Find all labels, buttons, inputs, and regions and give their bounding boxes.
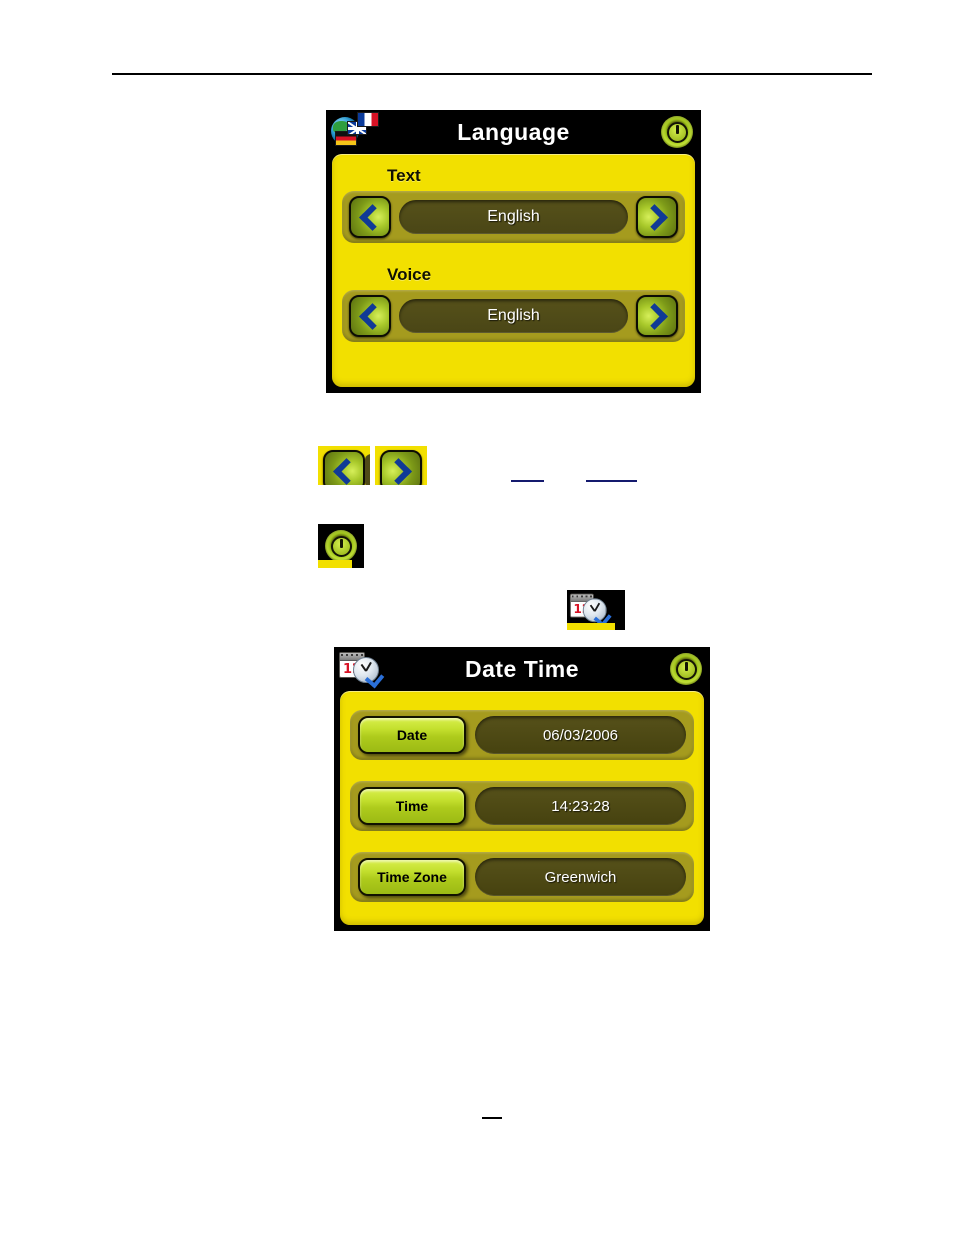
power-symbol [330,535,352,557]
voice-prev-language-button[interactable] [349,295,391,337]
language-globe-flags-icon [330,111,380,153]
date-time-screen-frame: 12 Date Time Date 06/03/2006 Time 14:23:… [334,647,710,931]
yellow-strip [567,623,615,630]
time-row: Time 14:23:28 [350,781,694,831]
chevron-right-icon [385,457,412,485]
date-time-titlebar: 12 Date Time [334,647,710,691]
chevron-left-icon [359,203,386,231]
chevron-right-icon [641,203,668,231]
voice-language-value[interactable]: English [399,299,628,333]
time-button[interactable]: Time [358,787,466,825]
date-time-page-title: Date Time [464,655,579,682]
chevron-right-icon [641,302,668,330]
standalone-power-thumbnail[interactable] [318,524,364,568]
date-row: Date 06/03/2006 [350,710,694,760]
clock-icon [582,598,612,628]
text-next-language-button[interactable] [636,196,678,238]
power-button-icon[interactable] [325,530,357,562]
chevron-left-icon [333,457,360,485]
language-screen-frame: Language Text English Voice English [326,110,701,393]
voice-language-group: Voice English [342,265,685,342]
text-language-group: Text English [342,166,685,243]
time-value[interactable]: 14:23:28 [475,787,686,825]
text-group-label: Text [387,166,421,185]
time-zone-value[interactable]: Greenwich [475,858,686,896]
row-spacer [350,831,694,852]
language-page-title: Language [457,118,570,145]
voice-group-label: Voice [387,265,432,284]
inline-link-underline-1[interactable] [511,480,544,482]
value-field-peek [365,454,370,485]
header-rule [112,73,872,75]
flag-france-icon [357,112,379,127]
yellow-strip [318,560,352,568]
text-prev-language-button[interactable] [349,196,391,238]
standalone-right-arrow-thumbnail[interactable] [375,446,427,485]
date-time-calendar-clock-icon: 12 [338,648,390,690]
date-button[interactable]: Date [358,716,466,754]
language-titlebar: Language [326,110,701,154]
language-screen-body: Text English Voice English [332,154,695,387]
date-value[interactable]: 06/03/2006 [475,716,686,754]
power-symbol [675,658,697,680]
text-language-row: English [342,191,685,243]
date-time-screen-body: Date 06/03/2006 Time 14:23:28 Time Zone … [340,691,704,925]
chevron-left-icon [359,302,386,330]
power-symbol [666,121,688,143]
power-button-icon[interactable] [661,116,693,148]
bottom-dash-mark [482,1117,502,1119]
text-language-value[interactable]: English [399,200,628,234]
inline-link-underline-2[interactable] [586,480,637,482]
voice-language-row: English [342,290,685,342]
standalone-left-arrow-thumbnail[interactable] [318,446,370,485]
standalone-date-time-thumbnail[interactable]: 12 [567,590,625,630]
time-zone-button[interactable]: Time Zone [358,858,466,896]
clock-icon [353,657,385,689]
voice-next-language-button[interactable] [636,295,678,337]
time-zone-row: Time Zone Greenwich [350,852,694,902]
power-button-icon[interactable] [670,653,702,685]
row-spacer [350,760,694,781]
